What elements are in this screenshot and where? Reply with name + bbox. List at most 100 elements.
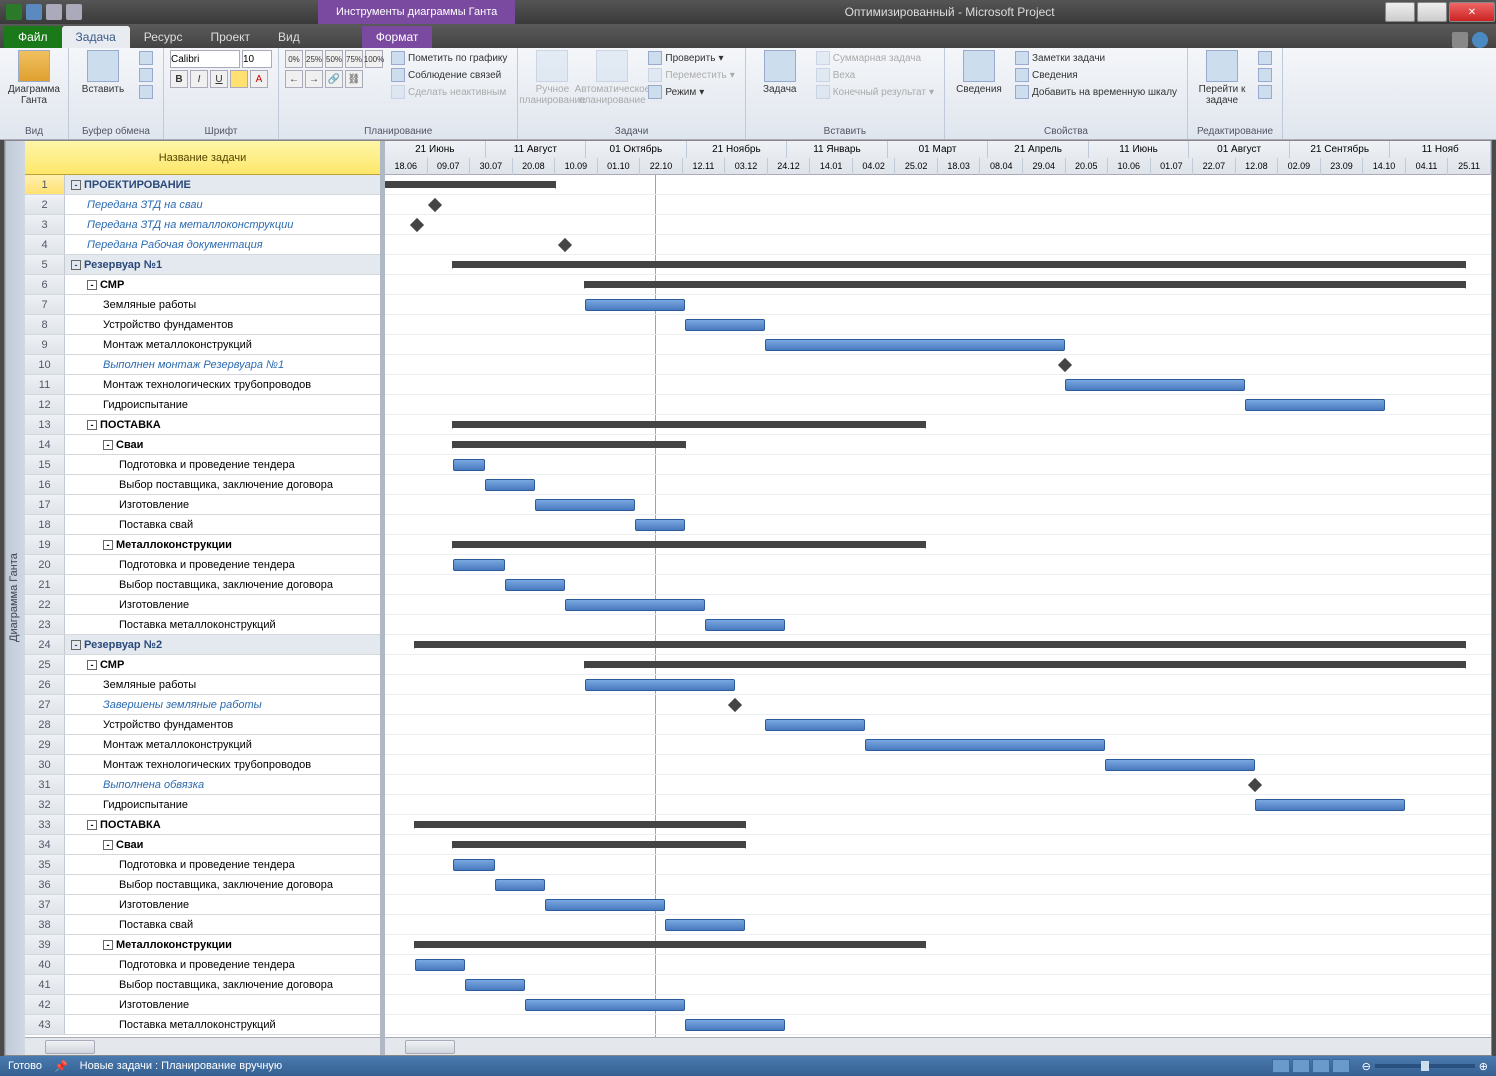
collapse-icon[interactable]: - xyxy=(87,420,97,430)
view-sheet-icon[interactable] xyxy=(1332,1059,1350,1073)
task-name-cell[interactable]: Поставка свай xyxy=(65,515,380,534)
row-number[interactable]: 27 xyxy=(25,695,65,714)
collapse-icon[interactable]: - xyxy=(71,260,81,270)
task-row[interactable]: 15Подготовка и проведение тендера xyxy=(25,455,380,475)
tab-format[interactable]: Формат xyxy=(362,26,433,48)
task-row[interactable]: 7Земляные работы xyxy=(25,295,380,315)
task-name-cell[interactable]: Изготовление xyxy=(65,495,380,514)
task-row[interactable]: 31Выполнена обвязка xyxy=(25,775,380,795)
summary-bar[interactable] xyxy=(415,821,745,828)
maximize-button[interactable]: □ xyxy=(1417,2,1447,22)
summary-bar[interactable] xyxy=(453,841,745,848)
view-shortcuts[interactable] xyxy=(1272,1059,1350,1073)
add-timeline-button[interactable]: Добавить на временную шкалу xyxy=(1011,84,1181,100)
gantt-row[interactable] xyxy=(385,455,1491,475)
task-bar[interactable] xyxy=(465,979,525,991)
gantt-row[interactable] xyxy=(385,935,1491,955)
information-button[interactable]: Сведения xyxy=(951,50,1007,95)
inspect-button[interactable]: Проверить ▾ xyxy=(644,50,738,66)
row-number[interactable]: 18 xyxy=(25,515,65,534)
row-number[interactable]: 14 xyxy=(25,435,65,454)
task-row[interactable]: 11Монтаж технологических трубопроводов xyxy=(25,375,380,395)
unlink-button[interactable]: ⛓ xyxy=(345,70,363,88)
collapse-icon[interactable]: - xyxy=(71,180,81,190)
underline-button[interactable]: U xyxy=(210,70,228,88)
task-bar[interactable] xyxy=(453,459,485,471)
task-bar[interactable] xyxy=(685,319,765,331)
task-bar[interactable] xyxy=(565,599,705,611)
task-row[interactable]: 43Поставка металлоконструкций xyxy=(25,1015,380,1035)
bold-button[interactable]: B xyxy=(170,70,188,88)
paste-button[interactable]: Вставить xyxy=(75,50,131,95)
gantt-row[interactable] xyxy=(385,255,1491,275)
task-name-cell[interactable]: Выбор поставщика, заключение договора xyxy=(65,575,380,594)
gantt-row[interactable] xyxy=(385,815,1491,835)
task-row[interactable]: 20Подготовка и проведение тендера xyxy=(25,555,380,575)
row-number[interactable]: 11 xyxy=(25,375,65,394)
file-tab[interactable]: Файл xyxy=(4,26,62,48)
summary-bar[interactable] xyxy=(453,261,1465,268)
task-name-cell[interactable]: Выполнена обвязка xyxy=(65,775,380,794)
task-name-cell[interactable]: -СМР xyxy=(65,275,380,294)
task-name-cell[interactable]: -ПОСТАВКА xyxy=(65,815,380,834)
task-name-cell[interactable]: Подготовка и проведение тендера xyxy=(65,855,380,874)
row-number[interactable]: 24 xyxy=(25,635,65,654)
row-number[interactable]: 1 xyxy=(25,175,65,194)
undo-icon[interactable] xyxy=(46,4,62,20)
task-name-cell[interactable]: Изготовление xyxy=(65,595,380,614)
task-bar[interactable] xyxy=(765,719,865,731)
task-row[interactable]: 29Монтаж металлоконструкций xyxy=(25,735,380,755)
gantt-row[interactable] xyxy=(385,575,1491,595)
row-number[interactable]: 38 xyxy=(25,915,65,934)
row-number[interactable]: 21 xyxy=(25,575,65,594)
task-name-cell[interactable]: -Металлоконструкции xyxy=(65,935,380,954)
gantt-row[interactable] xyxy=(385,1015,1491,1035)
task-name-cell[interactable]: Поставка свай xyxy=(65,915,380,934)
task-bar[interactable] xyxy=(1255,799,1405,811)
row-number[interactable]: 32 xyxy=(25,795,65,814)
task-row[interactable]: 1-ПРОЕКТИРОВАНИЕ xyxy=(25,175,380,195)
gantt-row[interactable] xyxy=(385,875,1491,895)
gantt-row[interactable] xyxy=(385,375,1491,395)
task-row[interactable]: 3Передана ЗТД на металлоконструкции xyxy=(25,215,380,235)
task-row[interactable]: 23Поставка металлоконструкций xyxy=(25,615,380,635)
task-row[interactable]: 17Изготовление xyxy=(25,495,380,515)
collapse-icon[interactable]: - xyxy=(87,820,97,830)
summary-bar[interactable] xyxy=(453,421,925,428)
task-row[interactable]: 19-Металлоконструкции xyxy=(25,535,380,555)
column-header-name[interactable]: Название задачи xyxy=(25,141,380,175)
italic-button[interactable]: I xyxy=(190,70,208,88)
close-button[interactable]: ✕ xyxy=(1449,2,1495,22)
row-number[interactable]: 29 xyxy=(25,735,65,754)
task-name-cell[interactable]: -СМР xyxy=(65,655,380,674)
gantt-row[interactable] xyxy=(385,735,1491,755)
task-row[interactable]: 32Гидроиспытание xyxy=(25,795,380,815)
cut-button[interactable] xyxy=(135,50,157,66)
task-name-cell[interactable]: Подготовка и проведение тендера xyxy=(65,455,380,474)
row-number[interactable]: 15 xyxy=(25,455,65,474)
gantt-row[interactable] xyxy=(385,755,1491,775)
tab-task[interactable]: Задача xyxy=(62,26,130,48)
row-number[interactable]: 12 xyxy=(25,395,65,414)
task-row[interactable]: 6-СМР xyxy=(25,275,380,295)
row-number[interactable]: 5 xyxy=(25,255,65,274)
details-button[interactable]: Сведения xyxy=(1011,67,1181,83)
task-bar[interactable] xyxy=(453,559,505,571)
row-number[interactable]: 2 xyxy=(25,195,65,214)
summary-bar[interactable] xyxy=(585,281,1465,288)
milestone-marker[interactable] xyxy=(558,238,572,252)
gantt-row[interactable] xyxy=(385,635,1491,655)
summary-bar[interactable] xyxy=(415,641,1465,648)
row-number[interactable]: 23 xyxy=(25,615,65,634)
gantt-row[interactable] xyxy=(385,715,1491,735)
task-row[interactable]: 35Подготовка и проведение тендера xyxy=(25,855,380,875)
gantt-row[interactable] xyxy=(385,435,1491,455)
find-button[interactable] xyxy=(1254,50,1276,66)
row-number[interactable]: 25 xyxy=(25,655,65,674)
task-row[interactable]: 13-ПОСТАВКА xyxy=(25,415,380,435)
task-name-cell[interactable]: Подготовка и проведение тендера xyxy=(65,955,380,974)
task-name-cell[interactable]: -Сваи xyxy=(65,435,380,454)
row-number[interactable]: 9 xyxy=(25,335,65,354)
gantt-row[interactable] xyxy=(385,775,1491,795)
gantt-row[interactable] xyxy=(385,895,1491,915)
